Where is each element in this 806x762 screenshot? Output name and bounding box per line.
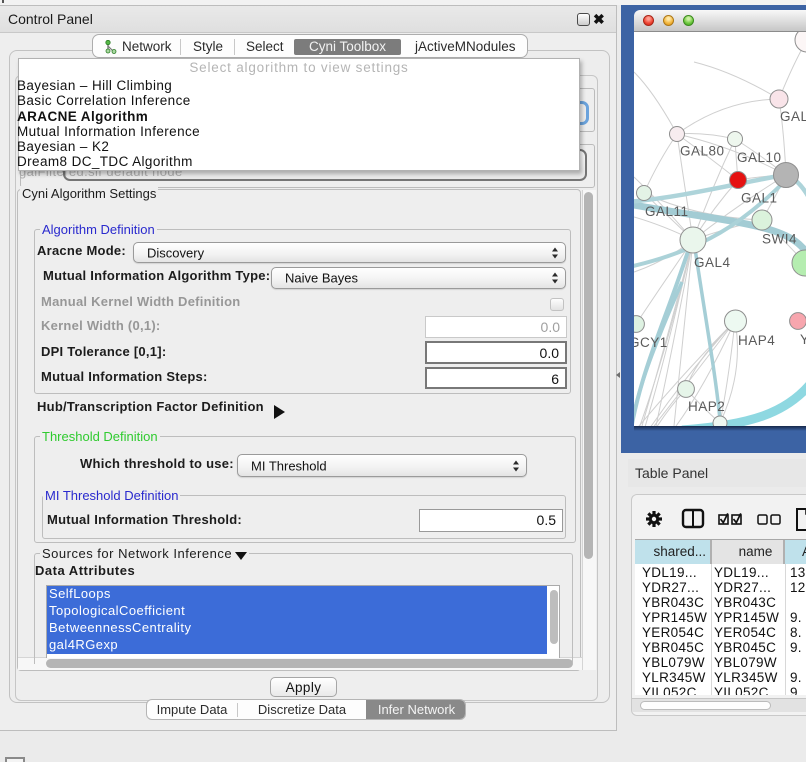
- svg-text:HAP2: HAP2: [688, 399, 725, 414]
- svg-text:GCY1: GCY1: [634, 335, 668, 350]
- svg-text:GAL1: GAL1: [741, 191, 778, 206]
- svg-text:GAL80: GAL80: [680, 144, 725, 159]
- svg-text:GAL11: GAL11: [645, 204, 689, 219]
- svg-text:HAP4: HAP4: [738, 333, 775, 348]
- svg-text:SWI4: SWI4: [762, 232, 797, 247]
- svg-text:GAL10: GAL10: [737, 150, 782, 165]
- svg-text:GAL4: GAL4: [694, 255, 731, 270]
- svg-text:Y: Y: [800, 332, 806, 347]
- svg-text:GAL7: GAL7: [780, 109, 806, 124]
